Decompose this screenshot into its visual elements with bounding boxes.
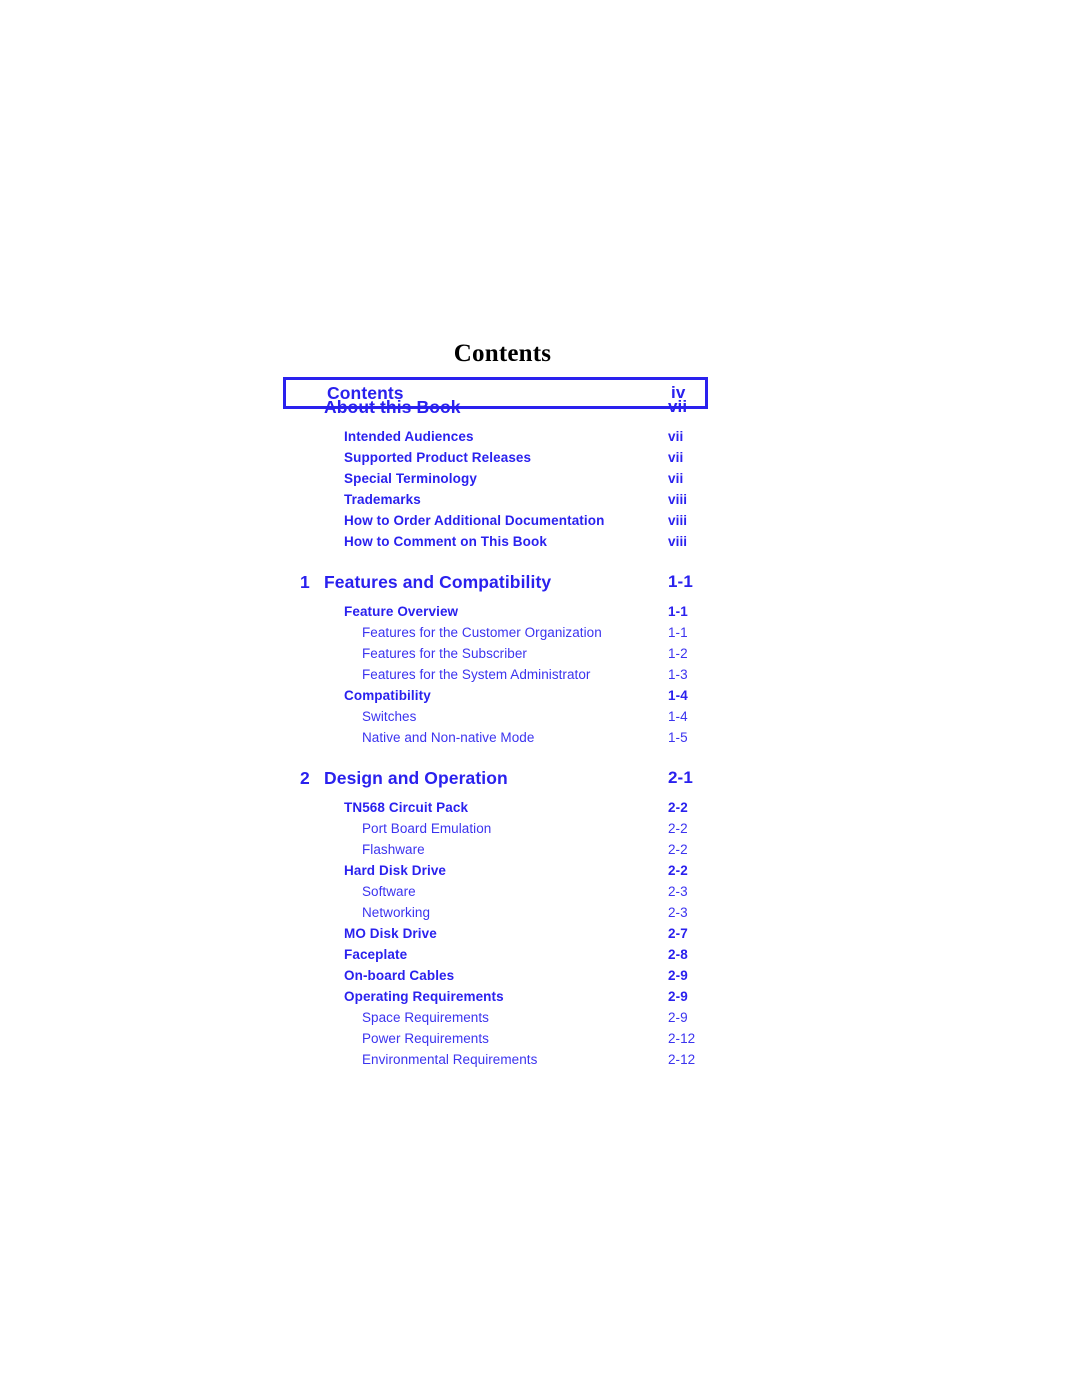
toc-entry-page-number: 2-2 [668, 863, 688, 878]
toc-entry[interactable]: 2 Design and Operation 2-1 [283, 762, 713, 794]
toc-entry-page-number: vii [668, 429, 684, 444]
toc-entry[interactable]: On-board Cables 2-9 [283, 965, 713, 986]
toc-entry-page-number: 2-1 [668, 768, 693, 787]
toc-entry[interactable]: Port Board Emulation 2-2 [283, 818, 713, 839]
toc-entry[interactable]: Networking 2-3 [283, 902, 713, 923]
toc-entry[interactable]: How to Comment on This Book viii [283, 531, 713, 552]
page-title: Contents [453, 340, 552, 367]
toc-entry[interactable]: Features for the Customer Organization 1-… [283, 622, 713, 643]
toc-entry-page-number: 2-9 [668, 989, 688, 1004]
toc-entry[interactable]: Software 2-3 [283, 881, 713, 902]
toc-entry-page-number: 2-9 [668, 1010, 688, 1025]
toc-entry-page-number: vii [668, 450, 684, 465]
toc-entry-page-number: 2-9 [668, 968, 688, 983]
toc-entry-label: Intended Audiences [344, 429, 474, 444]
toc-entry-page-number: 1-1 [668, 572, 693, 591]
toc-entry-page-number: vii [668, 471, 684, 486]
toc-entry-label: Supported Product Releases [344, 450, 532, 465]
toc-entry-label: Networking [362, 905, 431, 920]
toc-entry-page-number: 2-2 [668, 821, 688, 836]
toc-entry[interactable]: Operating Requirements 2-9 [283, 986, 713, 1007]
toc-entry[interactable]: TN568 Circuit Pack 2-2 [283, 797, 713, 818]
toc-entry-label: How to Comment on This Book [344, 534, 547, 549]
toc-entry-label: Special Terminology [344, 471, 477, 486]
toc-entry-page-number: 1-3 [668, 667, 688, 682]
toc-entry[interactable]: MO Disk Drive 2-7 [283, 923, 713, 944]
toc-entry-label: Features for the Customer Organization [362, 625, 602, 640]
document-page: Contents Contents iv About this Book vii Int… [0, 0, 1080, 1397]
toc-entry[interactable]: Environmental Requirements 2-12 [283, 1049, 713, 1070]
toc-entry-label: Faceplate [344, 947, 408, 962]
toc-entry-page-number: 2-2 [668, 842, 688, 857]
toc-entry-label: Flashware [362, 842, 425, 857]
toc-entry-label: Trademarks [344, 492, 421, 507]
toc-entry-page-number: 2-2 [668, 800, 688, 815]
toc-entry[interactable]: Features for the System Administrator 1-3 [283, 664, 713, 685]
toc-entry-label: About this Book [324, 397, 461, 417]
toc-chapter-number: 1 [300, 572, 310, 592]
toc-entry[interactable]: Faceplate 2-8 [283, 944, 713, 965]
toc-entry-label: Design and Operation [324, 768, 508, 788]
toc-entry[interactable]: Hard Disk Drive 2-2 [283, 860, 713, 881]
toc-entry[interactable]: Power Requirements 2-12 [283, 1028, 713, 1049]
toc-entry-page-number: 1-1 [668, 604, 688, 619]
toc-entry[interactable]: Features for the Subscriber 1-2 [283, 643, 713, 664]
toc-entry-page-number: 2-7 [668, 926, 688, 941]
toc-entry-label: Features and Compatibility [324, 572, 552, 592]
toc-entry-page-number: 1-1 [668, 625, 688, 640]
toc-entry-label: Features for the Subscriber [362, 646, 527, 661]
toc-entry-page-number: 1-2 [668, 646, 688, 661]
toc-entry-label: TN568 Circuit Pack [344, 800, 469, 815]
toc-entry[interactable]: Intended Audiences vii [283, 426, 713, 447]
toc-entry-page-number: viii [668, 513, 688, 528]
toc-entry-page-number: viii [668, 492, 688, 507]
toc-entry-label: Compatibility [344, 688, 431, 703]
toc-entry[interactable]: How to Order Additional Documentation vii… [283, 510, 713, 531]
toc-entry[interactable]: Space Requirements 2-9 [283, 1007, 713, 1028]
toc-entry-label: Feature Overview [344, 604, 459, 619]
toc-entry-label: MO Disk Drive [344, 926, 437, 941]
toc-entry[interactable]: Trademarks viii [283, 489, 713, 510]
toc-entry-page-number: 1-5 [668, 730, 688, 745]
toc-entry[interactable]: Compatibility 1-4 [283, 685, 713, 706]
toc-entry-label: Hard Disk Drive [344, 863, 447, 878]
toc-entry[interactable]: Switches 1-4 [283, 706, 713, 727]
toc-entry-page-number: 1-4 [668, 709, 688, 724]
toc-entry[interactable]: About this Book vii [283, 391, 713, 423]
toc-entry[interactable]: Flashware 2-2 [283, 839, 713, 860]
toc-entry[interactable]: 1 Features and Compatibility 1-1 [283, 566, 713, 598]
toc-entry[interactable]: Feature Overview 1-1 [283, 601, 713, 622]
toc-entry-page-number: vii [668, 397, 688, 416]
toc-entry-label: Switches [362, 709, 417, 724]
table-of-contents: Contents iv About this Book vii Intended Aud… [283, 377, 713, 1070]
toc-entry-label: Power Requirements [362, 1031, 489, 1046]
toc-entry-page-number: 2-12 [668, 1052, 696, 1067]
toc-entry-label: On-board Cables [344, 968, 455, 983]
toc-entry-label: Environmental Requirements [362, 1052, 538, 1067]
toc-entry-label: Features for the System Administrator [362, 667, 591, 682]
toc-entry-page-number: 2-12 [668, 1031, 696, 1046]
toc-entry-page-number: 2-3 [668, 884, 688, 899]
toc-chapter-number: 2 [300, 768, 310, 788]
toc-entry[interactable]: Supported Product Releases vii [283, 447, 713, 468]
toc-entry-page-number: 2-8 [668, 947, 688, 962]
toc-entry-page-number: viii [668, 534, 688, 549]
toc-entry-label: Space Requirements [362, 1010, 489, 1025]
toc-entry-label: Native and Non-native Mode [362, 730, 535, 745]
toc-entry-label: Software [362, 884, 416, 899]
toc-entry-label: Operating Requirements [344, 989, 504, 1004]
toc-entry-label: How to Order Additional Documentation [344, 513, 605, 528]
toc-entry-page-number: 2-3 [668, 905, 688, 920]
toc-entry-page-number: 1-4 [668, 688, 688, 703]
toc-entry[interactable]: Native and Non-native Mode 1-5 [283, 727, 713, 748]
toc-entry[interactable]: Special Terminology vii [283, 468, 713, 489]
toc-entry-label: Port Board Emulation [362, 821, 492, 836]
